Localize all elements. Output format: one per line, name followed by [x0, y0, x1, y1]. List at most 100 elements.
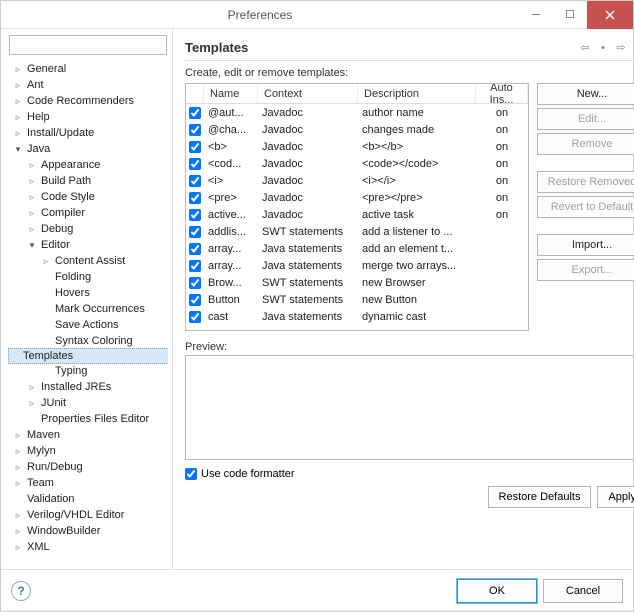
tree-item-code-recommenders[interactable]: ▹Code Recommenders [9, 93, 168, 109]
tree-item-editor[interactable]: ▾Editor [9, 237, 168, 253]
table-row[interactable]: ButtonSWT statementsnew Button [186, 291, 528, 308]
tree-item-compiler[interactable]: ▹Compiler [9, 205, 168, 221]
row-checkbox[interactable] [189, 124, 201, 136]
use-formatter-checkbox[interactable] [185, 468, 197, 480]
row-checkbox[interactable] [189, 209, 201, 221]
row-checkbox[interactable] [189, 141, 201, 153]
new-button[interactable]: New... [537, 83, 634, 105]
close-button[interactable] [587, 1, 633, 29]
tree-item-ant[interactable]: ▹Ant [9, 77, 168, 93]
edit-button[interactable]: Edit... [537, 108, 634, 130]
minimize-button[interactable]: ─ [519, 1, 553, 29]
menu-dot-icon[interactable]: • [595, 40, 611, 56]
chevron-right-icon[interactable]: ▹ [13, 462, 23, 472]
row-checkbox[interactable] [189, 294, 201, 306]
tree-item-java[interactable]: ▾Java [9, 141, 168, 157]
tree-item-properties-files-editor[interactable]: Properties Files Editor [9, 411, 168, 427]
chevron-right-icon[interactable]: ▹ [13, 510, 23, 520]
maximize-button[interactable]: ☐ [553, 1, 587, 29]
tree-item-run-debug[interactable]: ▹Run/Debug [9, 459, 168, 475]
table-row[interactable]: @cha...Javadocchanges madeon [186, 121, 528, 138]
table-row[interactable]: addlis...SWT statementsadd a listener to… [186, 223, 528, 240]
tree-item-syntax-coloring[interactable]: Syntax Coloring [9, 333, 168, 349]
col-context[interactable]: Context [258, 84, 358, 103]
tree-item-templates[interactable]: Templates [8, 348, 168, 364]
tree-item-validation[interactable]: Validation [9, 491, 168, 507]
remove-button[interactable]: Remove [537, 133, 634, 155]
table-row[interactable]: <b>Javadoc<b></b>on [186, 138, 528, 155]
chevron-right-icon[interactable]: ▹ [13, 526, 23, 536]
restore-removed-button[interactable]: Restore Removed [537, 171, 634, 193]
filter-input[interactable] [9, 35, 167, 55]
tree-item-code-style[interactable]: ▹Code Style [9, 189, 168, 205]
chevron-down-icon[interactable]: ▾ [27, 240, 37, 250]
chevron-right-icon[interactable]: ▹ [27, 224, 37, 234]
tree-item-mark-occurrences[interactable]: Mark Occurrences [9, 301, 168, 317]
tree-item-windowbuilder[interactable]: ▹WindowBuilder [9, 523, 168, 539]
chevron-right-icon[interactable]: ▹ [27, 192, 37, 202]
tree-item-appearance[interactable]: ▹Appearance [9, 157, 168, 173]
tree-item-hovers[interactable]: Hovers [9, 285, 168, 301]
chevron-right-icon[interactable]: ▹ [13, 446, 23, 456]
chevron-right-icon[interactable]: ▹ [27, 208, 37, 218]
tree-item-installed-jres[interactable]: ▹Installed JREs [9, 379, 168, 395]
tree-item-xml[interactable]: ▹XML [9, 539, 168, 555]
preference-tree[interactable]: ▹General▹Ant▹Code Recommenders▹Help▹Inst… [5, 61, 168, 563]
table-row[interactable]: array...Java statementsadd an element t.… [186, 240, 528, 257]
tree-item-save-actions[interactable]: Save Actions [9, 317, 168, 333]
forward-icon[interactable]: ⇨ [613, 40, 629, 56]
tree-item-debug[interactable]: ▹Debug [9, 221, 168, 237]
table-row[interactable]: <pre>Javadoc<pre></pre>on [186, 189, 528, 206]
table-row[interactable]: <cod...Javadoc<code></code>on [186, 155, 528, 172]
row-checkbox[interactable] [189, 175, 201, 187]
table-row[interactable]: @aut...Javadocauthor nameon [186, 104, 528, 121]
help-icon[interactable]: ? [11, 581, 31, 601]
tree-item-team[interactable]: ▹Team [9, 475, 168, 491]
col-autoinsert[interactable]: Auto Ins... [476, 84, 528, 103]
tree-item-folding[interactable]: Folding [9, 269, 168, 285]
chevron-right-icon[interactable]: ▹ [13, 542, 23, 552]
chevron-right-icon[interactable]: ▹ [27, 176, 37, 186]
tree-item-maven[interactable]: ▹Maven [9, 427, 168, 443]
tree-item-junit[interactable]: ▹JUnit [9, 395, 168, 411]
table-row[interactable]: <i>Javadoc<i></i>on [186, 172, 528, 189]
chevron-right-icon[interactable]: ▹ [13, 128, 23, 138]
row-checkbox[interactable] [189, 107, 201, 119]
templates-table[interactable]: Name Context Description Auto Ins... @au… [185, 83, 529, 331]
row-checkbox[interactable] [189, 243, 201, 255]
export-button[interactable]: Export... [537, 259, 634, 281]
back-icon[interactable]: ⇦ [577, 40, 593, 56]
chevron-right-icon[interactable]: ▹ [13, 478, 23, 488]
preview-box[interactable] [185, 355, 634, 460]
cancel-button[interactable]: Cancel [543, 579, 623, 603]
chevron-right-icon[interactable]: ▹ [27, 160, 37, 170]
chevron-right-icon[interactable]: ▹ [13, 430, 23, 440]
revert-button[interactable]: Revert to Default [537, 196, 634, 218]
col-description[interactable]: Description [358, 84, 476, 103]
chevron-right-icon[interactable]: ▹ [13, 112, 23, 122]
row-checkbox[interactable] [189, 158, 201, 170]
tree-item-verilog-vhdl-editor[interactable]: ▹Verilog/VHDL Editor [9, 507, 168, 523]
chevron-right-icon[interactable]: ▹ [13, 80, 23, 90]
col-name[interactable]: Name [204, 84, 258, 103]
chevron-right-icon[interactable]: ▹ [41, 256, 51, 266]
row-checkbox[interactable] [189, 260, 201, 272]
chevron-down-icon[interactable]: ▾ [13, 144, 23, 154]
chevron-right-icon[interactable]: ▹ [27, 382, 37, 392]
table-row[interactable]: active...Javadocactive taskon [186, 206, 528, 223]
tree-item-help[interactable]: ▹Help [9, 109, 168, 125]
tree-item-build-path[interactable]: ▹Build Path [9, 173, 168, 189]
ok-button[interactable]: OK [457, 579, 537, 603]
tree-item-install-update[interactable]: ▹Install/Update [9, 125, 168, 141]
tree-item-typing[interactable]: Typing [9, 363, 168, 379]
row-checkbox[interactable] [189, 192, 201, 204]
row-checkbox[interactable] [189, 311, 201, 323]
row-checkbox[interactable] [189, 277, 201, 289]
row-checkbox[interactable] [189, 226, 201, 238]
table-row[interactable]: array...Java statementsmerge two arrays.… [186, 257, 528, 274]
tree-item-content-assist[interactable]: ▹Content Assist [9, 253, 168, 269]
table-row[interactable]: castJava statementsdynamic cast [186, 308, 528, 325]
chevron-right-icon[interactable]: ▹ [13, 96, 23, 106]
import-button[interactable]: Import... [537, 234, 634, 256]
restore-defaults-button[interactable]: Restore Defaults [488, 486, 592, 508]
